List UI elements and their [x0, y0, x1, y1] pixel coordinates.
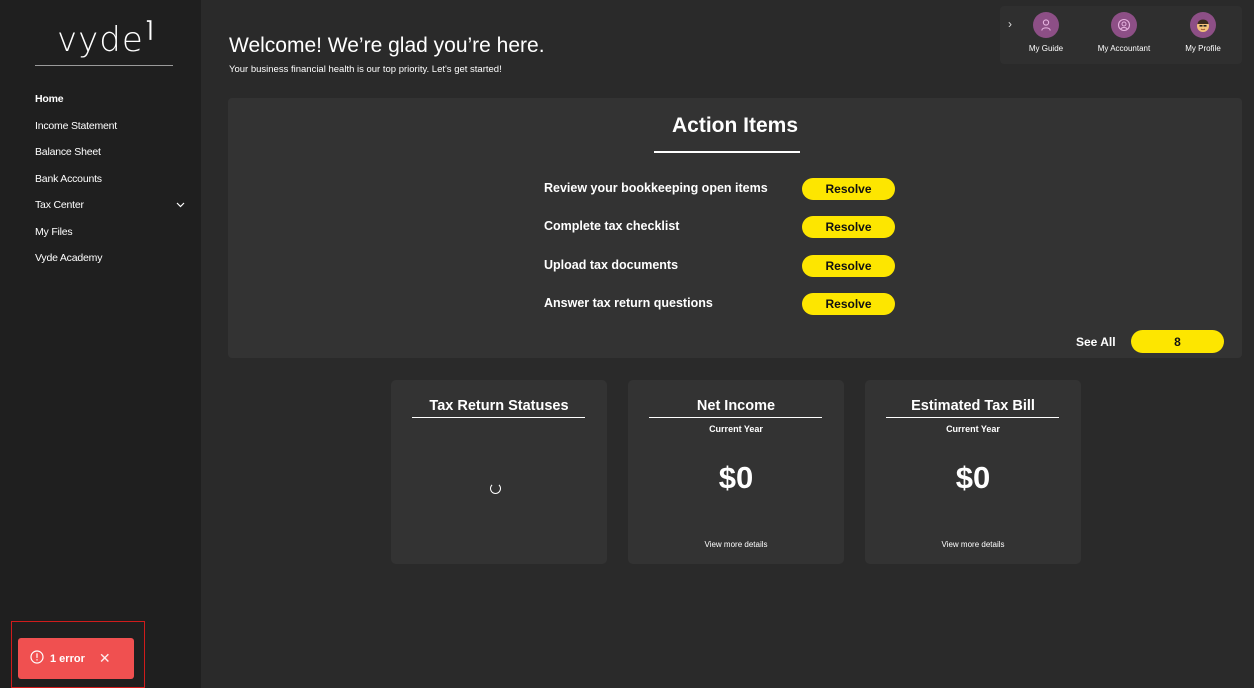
my-accountant-label: My Accountant [1097, 44, 1151, 53]
my-guide-label: My Guide [1028, 44, 1064, 53]
my-guide-button[interactable]: My Guide [1026, 12, 1066, 53]
action-item-text: Complete tax checklist [544, 219, 680, 233]
action-items-underline [654, 151, 800, 153]
action-item: Complete tax checklist Resolve [544, 216, 914, 238]
card-title: Tax Return Statuses [429, 398, 569, 414]
sidebar-item-label: Balance Sheet [35, 146, 101, 159]
action-item: Upload tax documents Resolve [544, 255, 914, 277]
action-item-text: Upload tax documents [544, 258, 679, 272]
my-profile-label: My Profile [1185, 44, 1221, 53]
resolve-button[interactable]: Resolve [802, 216, 895, 238]
sidebar-item-label: Home [35, 93, 64, 106]
estimated-tax-value: $0 [955, 460, 991, 495]
see-all-count-button[interactable]: 8 [1131, 330, 1224, 353]
error-toast[interactable]: 1 error ✕ [18, 638, 134, 679]
sidebar-item-balance-sheet[interactable]: Balance Sheet [35, 139, 185, 166]
action-item-text: Review your bookkeeping open items [544, 181, 768, 195]
sidebar-item-home[interactable]: Home [35, 86, 185, 113]
estimated-tax-bill-card: Estimated Tax Bill Current Year $0 View … [865, 380, 1081, 564]
net-income-value: $0 [718, 460, 754, 495]
action-item-text: Answer tax return questions [544, 296, 713, 310]
card-title: Estimated Tax Bill [911, 398, 1035, 414]
card-divider [886, 417, 1059, 418]
logo-mark: ⌉ [144, 18, 155, 43]
sidebar-item-label: Bank Accounts [35, 172, 102, 185]
net-income-card: Net Income Current Year $0 View more det… [628, 380, 844, 564]
my-profile-button[interactable]: My Profile [1181, 12, 1225, 53]
page-subtitle: Your business financial health is our to… [229, 64, 502, 75]
resolve-button[interactable]: Resolve [802, 178, 895, 200]
sidebar-item-label: Vyde Academy [35, 252, 103, 265]
action-items-title: Action Items [671, 114, 799, 137]
action-item: Review your bookkeeping open items Resol… [544, 178, 914, 200]
sidebar-item-income-statement[interactable]: Income Statement [35, 113, 185, 140]
card-subtitle: Current Year [709, 424, 763, 434]
sidebar-item-label: My Files [35, 225, 73, 238]
tax-return-statuses-card: Tax Return Statuses [391, 380, 607, 564]
card-subtitle: Current Year [946, 424, 1000, 434]
chevron-down-icon[interactable] [176, 202, 185, 208]
close-icon[interactable]: ✕ [99, 650, 111, 667]
person-icon [1033, 12, 1059, 38]
loading-spinner-icon [490, 483, 501, 494]
action-item: Answer tax return questions Resolve [544, 293, 914, 315]
top-user-bar: › My Guide My Accountant My Profile [1000, 6, 1242, 64]
sidebar-item-label: Tax Center [35, 199, 84, 212]
sidebar-item-bank-accounts[interactable]: Bank Accounts [35, 166, 185, 193]
card-divider [649, 417, 822, 418]
chevron-right-icon[interactable]: › [1008, 17, 1012, 31]
profile-avatar-icon [1190, 12, 1216, 38]
action-items-panel: Action Items Review your bookkeeping ope… [228, 98, 1242, 358]
sidebar-item-vyde-academy[interactable]: Vyde Academy [35, 245, 185, 272]
my-accountant-button[interactable]: My Accountant [1093, 12, 1155, 53]
logo-divider [35, 65, 173, 66]
sidebar-item-my-files[interactable]: My Files [35, 219, 185, 246]
view-more-details-link[interactable]: View more details [865, 540, 1081, 549]
sidebar: vyde⌉ Home Income Statement Balance Shee… [0, 0, 201, 688]
sidebar-item-label: Income Statement [35, 119, 118, 132]
sidebar-nav: Home Income Statement Balance Sheet Bank… [35, 86, 185, 272]
card-title: Net Income [696, 398, 776, 414]
error-circle-icon [30, 650, 44, 667]
see-all-label[interactable]: See All [1076, 335, 1116, 349]
error-toast-label: 1 error [50, 652, 85, 665]
page-title: Welcome! We’re glad you’re here. [229, 34, 545, 57]
resolve-button[interactable]: Resolve [802, 293, 895, 315]
card-divider [412, 417, 585, 418]
sidebar-item-tax-center[interactable]: Tax Center [35, 192, 185, 219]
vyde-logo[interactable]: vyde⌉ [57, 18, 157, 60]
logo-text: vyde [57, 20, 144, 60]
accountant-icon [1111, 12, 1137, 38]
resolve-button[interactable]: Resolve [802, 255, 895, 277]
view-more-details-link[interactable]: View more details [628, 540, 844, 549]
